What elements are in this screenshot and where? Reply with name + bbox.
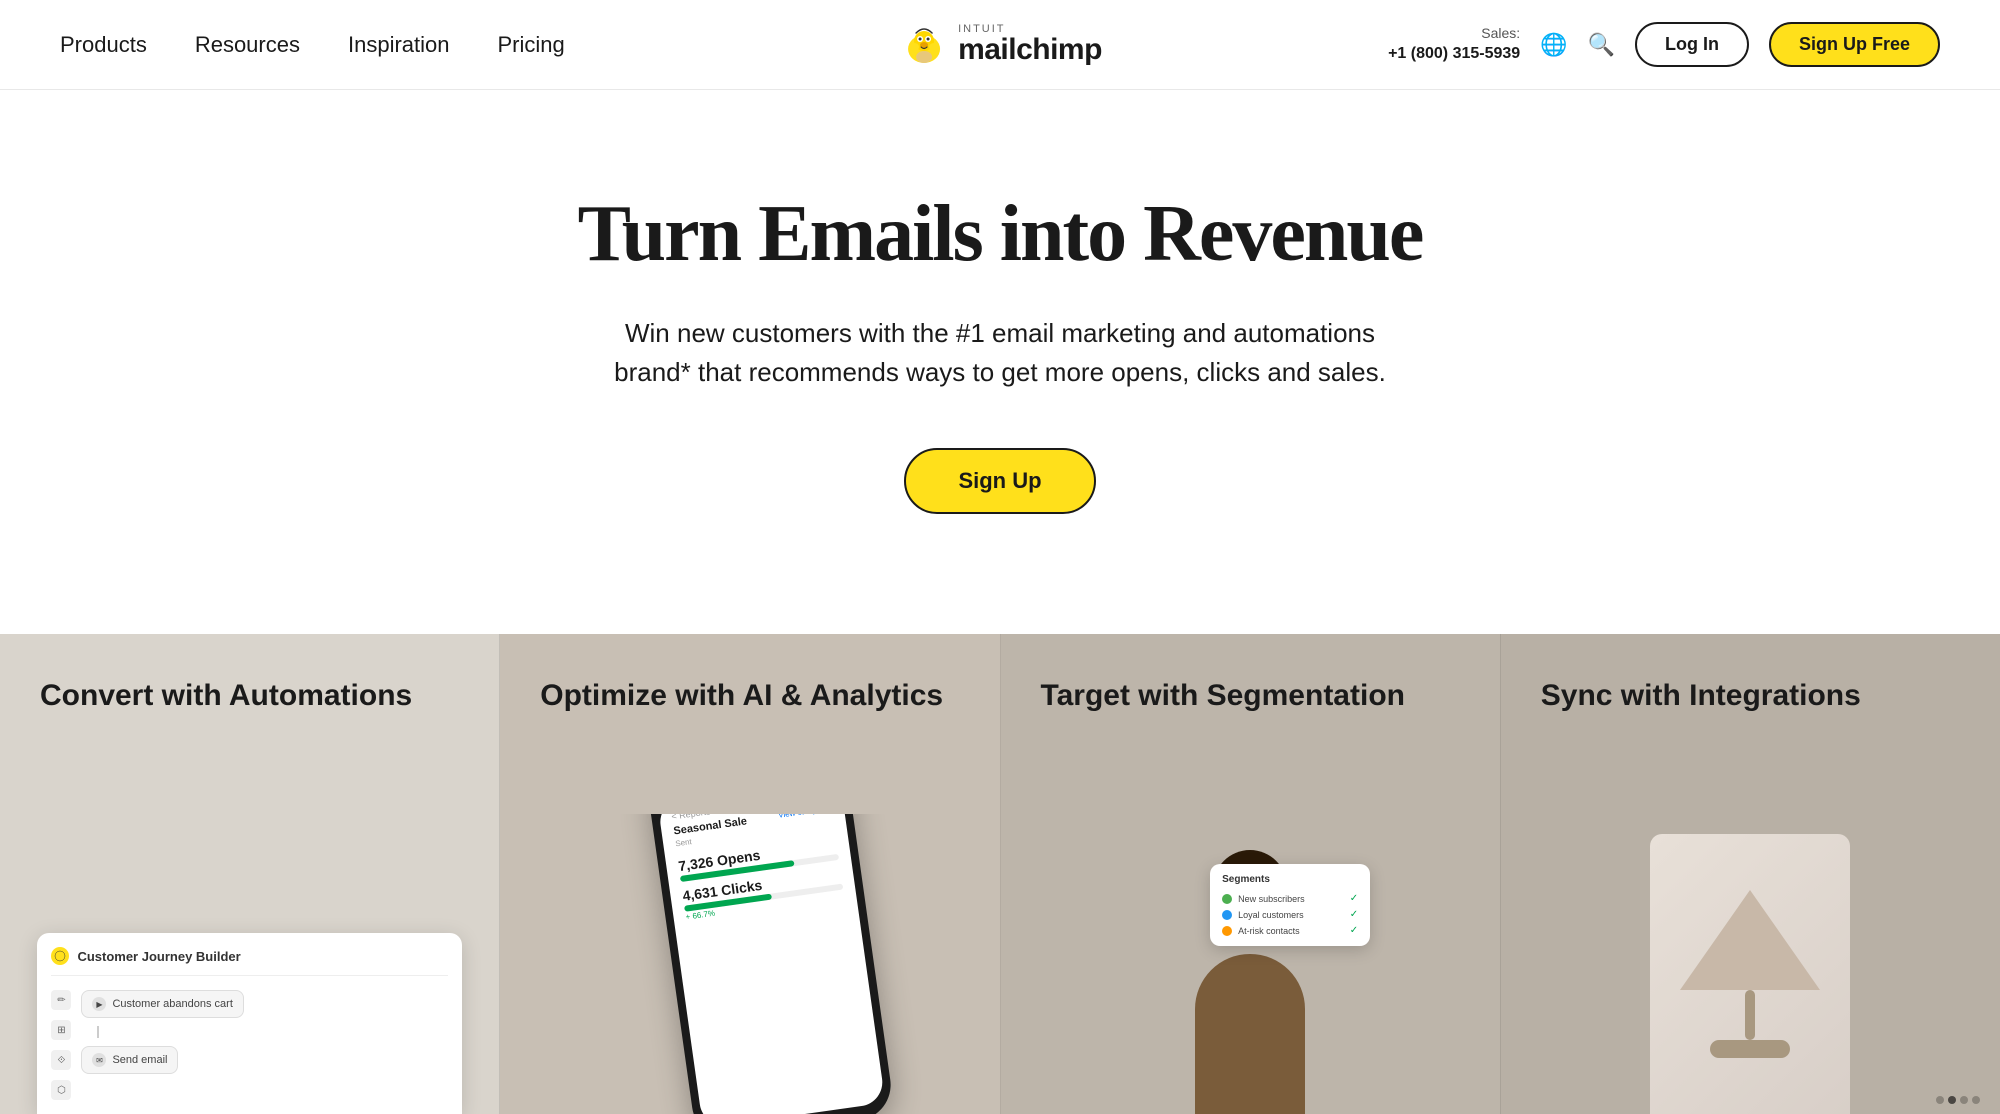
seg-row-3: At-risk contacts ✓ <box>1222 925 1358 936</box>
cjb-icon-4: ⬡ <box>51 1080 71 1100</box>
cjb-icon-list: ✏ ⊞ ⟐ ⬡ <box>51 990 71 1100</box>
feature-card-analytics: Optimize with AI & Analytics < Reports S… <box>500 634 1000 1114</box>
lamp-base <box>1710 1040 1790 1058</box>
dot-2 <box>1948 1096 1956 1104</box>
signup-free-button[interactable]: Sign Up Free <box>1769 22 1940 67</box>
segmentation-overlay: Segments New subscribers ✓ Loyal custome… <box>1210 864 1370 946</box>
cjb-mockup: Customer Journey Builder ✏ ⊞ ⟐ ⬡ ▶ Custo… <box>37 933 461 1114</box>
cjb-flow: ▶ Customer abandons cart ✉ Send email <box>81 990 447 1074</box>
pagination-dots <box>1936 1096 1980 1104</box>
cjb-header: Customer Journey Builder <box>51 947 447 976</box>
feature-card-automations: Convert with Automations Customer Journe… <box>0 634 500 1114</box>
hero-title: Turn Emails into Revenue <box>578 190 1423 278</box>
dot-1 <box>1936 1096 1944 1104</box>
sales-label: Sales: <box>1388 24 1520 44</box>
globe-icon[interactable]: 🌐 <box>1540 32 1567 58</box>
seg-dot-2 <box>1222 910 1232 920</box>
cjb-node-action-label: Send email <box>112 1054 167 1066</box>
hero-section: Turn Emails into Revenue Win new custome… <box>0 90 2000 634</box>
hero-signup-button[interactable]: Sign Up <box>904 448 1095 514</box>
lamp-neck <box>1745 990 1755 1040</box>
logo-text: INTUIT mailchimp <box>958 24 1102 65</box>
feature-title-analytics: Optimize with AI & Analytics <box>540 678 959 714</box>
dot-3 <box>1960 1096 1968 1104</box>
logo-mailchimp: mailchimp <box>958 35 1102 65</box>
seg-check-3: ✓ <box>1350 925 1358 936</box>
nav-item-inspiration[interactable]: Inspiration <box>348 32 450 58</box>
sales-info: Sales: +1 (800) 315-5939 <box>1388 24 1520 66</box>
dot-4 <box>1972 1096 1980 1104</box>
feature-title-segmentation: Target with Segmentation <box>1041 678 1460 714</box>
feature-card-integrations: Sync with Integrations <box>1501 634 2000 1114</box>
segmentation-mockup-area: Segments New subscribers ✓ Loyal custome… <box>1001 814 1500 1114</box>
nav-item-products[interactable]: Products <box>60 32 147 58</box>
cjb-flow-content: ▶ Customer abandons cart ✉ Send email <box>81 990 447 1100</box>
logo[interactable]: INTUIT mailchimp <box>898 19 1102 71</box>
seg-overlay-title: Segments <box>1222 874 1358 885</box>
nav-left: Products Resources Inspiration Pricing <box>60 32 565 58</box>
phone-screen: < Reports Seasonal Sale Sent View campai… <box>657 814 885 1114</box>
feature-title-integrations: Sync with Integrations <box>1541 678 1960 714</box>
seg-row-1: New subscribers ✓ <box>1222 893 1358 904</box>
seg-label-2: Loyal customers <box>1238 910 1344 920</box>
person-body <box>1195 954 1305 1114</box>
cjb-connector <box>97 1026 99 1038</box>
feature-strip: Convert with Automations Customer Journe… <box>0 634 2000 1114</box>
cjb-logo-icon <box>51 947 69 965</box>
integrations-mockup-area <box>1501 814 2000 1114</box>
navigation: Products Resources Inspiration Pricing <box>0 0 2000 90</box>
cjb-title: Customer Journey Builder <box>77 949 240 964</box>
seg-check-2: ✓ <box>1350 909 1358 920</box>
automations-mockup-area: Customer Journey Builder ✏ ⊞ ⟐ ⬡ ▶ Custo… <box>0 814 499 1114</box>
feature-card-segmentation: Target with Segmentation Segments New su… <box>1001 634 1501 1114</box>
cjb-sidebar: ✏ ⊞ ⟐ ⬡ ▶ Customer abandons cart <box>51 990 447 1100</box>
analytics-mockup-area: < Reports Seasonal Sale Sent View campai… <box>500 814 999 1114</box>
nav-right: Sales: +1 (800) 315-5939 🌐 🔍 Log In Sign… <box>1388 22 1940 67</box>
cjb-icon-2: ⊞ <box>51 1020 71 1040</box>
lamp-shade <box>1680 890 1820 990</box>
person-figure: Segments New subscribers ✓ Loyal custome… <box>1160 834 1340 1114</box>
feature-title-automations: Convert with Automations <box>40 678 459 714</box>
seg-row-2: Loyal customers ✓ <box>1222 909 1358 920</box>
sales-phone: +1 (800) 315-5939 <box>1388 45 1520 62</box>
login-button[interactable]: Log In <box>1635 22 1749 67</box>
cjb-node-trigger: ▶ Customer abandons cart <box>81 990 243 1018</box>
seg-label-3: At-risk contacts <box>1238 926 1344 936</box>
cjb-node-action-icon: ✉ <box>92 1053 106 1067</box>
seg-check-1: ✓ <box>1350 893 1358 904</box>
seg-label-1: New subscribers <box>1238 894 1344 904</box>
seg-dot-1 <box>1222 894 1232 904</box>
nav-item-pricing[interactable]: Pricing <box>498 32 565 58</box>
hero-subtitle: Win new customers with the #1 email mark… <box>590 314 1410 392</box>
phone-mockup: < Reports Seasonal Sale Sent View campai… <box>644 814 895 1114</box>
seg-dot-3 <box>1222 926 1232 936</box>
cjb-node-action: ✉ Send email <box>81 1046 178 1074</box>
nav-item-resources[interactable]: Resources <box>195 32 300 58</box>
phone-view-campaign: View campaign <box>778 814 833 820</box>
search-icon[interactable]: 🔍 <box>1588 32 1615 58</box>
cjb-node-trigger-icon: ▶ <box>92 997 106 1011</box>
cjb-icon-3: ⟐ <box>51 1050 71 1070</box>
cjb-node-trigger-label: Customer abandons cart <box>112 998 232 1010</box>
lamp-container <box>1650 834 1850 1114</box>
cjb-icon-1: ✏ <box>51 990 71 1010</box>
mailchimp-logo-icon <box>898 19 950 71</box>
